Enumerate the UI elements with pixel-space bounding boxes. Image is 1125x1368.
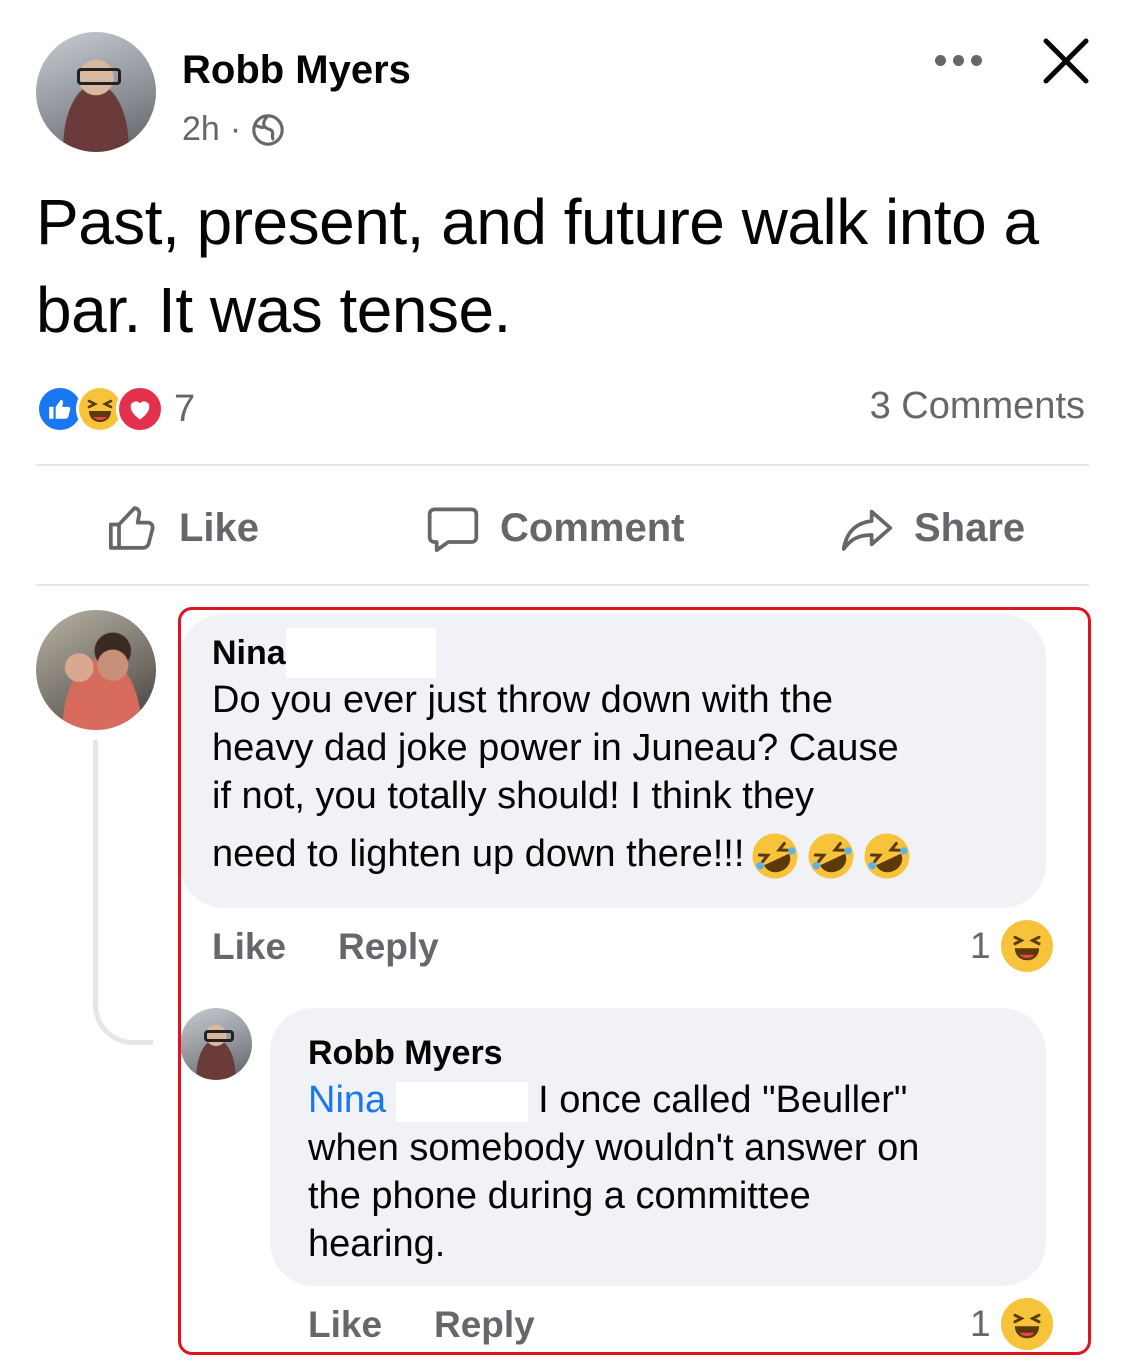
love-reaction-icon [116, 385, 164, 433]
more-options-icon[interactable] [928, 40, 988, 80]
post-text: Past, present, and future walk into a ba… [36, 186, 1039, 346]
reaction-count: 7 [174, 387, 196, 430]
comment-icon [427, 507, 479, 553]
close-icon[interactable] [1040, 35, 1092, 87]
share-icon [841, 509, 893, 551]
share-label: Share [914, 505, 1026, 550]
meta-separator: · [229, 110, 242, 148]
thread-connector [93, 740, 153, 1045]
comments-count[interactable]: 3 Comments [870, 385, 1085, 428]
divider-top [36, 464, 1089, 466]
comment-button[interactable]: Comment [424, 500, 684, 556]
like-button[interactable]: Like [105, 500, 259, 556]
share-button[interactable]: Share [838, 500, 1025, 556]
reaction-summary[interactable]: 7 [36, 385, 195, 433]
post-time[interactable]: 2h [182, 110, 220, 149]
like-label: Like [179, 505, 260, 550]
highlight-frame [178, 607, 1091, 1355]
commenter-avatar[interactable] [36, 610, 156, 730]
divider-bottom [36, 584, 1089, 586]
post-author-name[interactable]: Robb Myers [182, 48, 411, 93]
comment-label: Comment [500, 505, 685, 550]
thumbs-up-icon [108, 506, 155, 550]
globe-icon [252, 113, 284, 146]
post-meta: 2h · [182, 110, 285, 149]
author-avatar[interactable] [36, 32, 156, 152]
